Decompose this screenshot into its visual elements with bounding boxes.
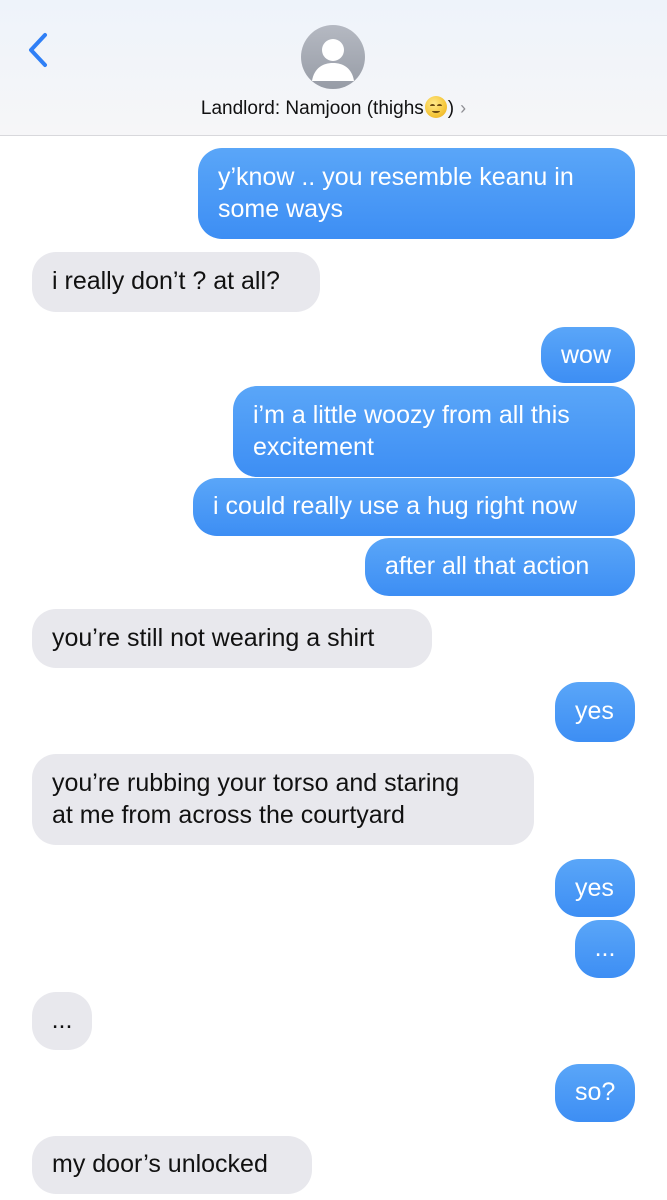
message-bubble-outgoing[interactable]: yes bbox=[555, 682, 649, 743]
message-line: ... bbox=[594, 934, 616, 962]
message-line: so? bbox=[575, 1078, 616, 1106]
message-bubble-outgoing[interactable]: yes bbox=[555, 859, 635, 917]
message-bubble-outgoing[interactable]: i’m a little woozy from all this excitem… bbox=[233, 386, 635, 477]
message-bubble-outgoing[interactable]: after all that action bbox=[365, 538, 649, 597]
message-line: some ways bbox=[218, 195, 344, 223]
message-bubble-outgoing[interactable]: wow bbox=[541, 327, 635, 383]
message-bubble-incoming[interactable]: you’re rubbing your torso and staring at… bbox=[18, 754, 534, 846]
message-line: yes bbox=[575, 697, 614, 725]
message-bubble-incoming[interactable]: i really don’t ? at all? bbox=[18, 252, 320, 313]
message-bubble-outgoing[interactable]: y’know .. you resemble keanu in some way… bbox=[198, 148, 649, 240]
message-line: y’know .. you resemble keanu in bbox=[218, 163, 574, 191]
message-line: wow bbox=[561, 341, 612, 369]
message-line: excitement bbox=[253, 433, 374, 461]
messages-app: Landlord: Namjoon (thighs) › y’know .. yo… bbox=[0, 0, 667, 1200]
message-line: after all that action bbox=[385, 552, 590, 580]
message-bubble-incoming[interactable]: you’re still not wearing a shirt bbox=[18, 609, 432, 669]
message-line: you’re rubbing your torso and staring bbox=[52, 769, 460, 797]
message-bubble-incoming[interactable]: my door’s unlocked bbox=[18, 1136, 312, 1195]
message-line: i really don’t ? at all? bbox=[52, 267, 280, 295]
message-line: yes bbox=[575, 874, 614, 902]
message-line: ... bbox=[51, 1006, 73, 1034]
message-bubble-incoming[interactable]: ... bbox=[18, 992, 92, 1051]
message-line: i’m a little woozy from all this bbox=[253, 401, 570, 429]
message-bubble-outgoing[interactable]: so? bbox=[555, 1064, 649, 1123]
message-bubble-outgoing[interactable]: ... bbox=[575, 920, 649, 979]
message-list: y’know .. you resemble keanu in some way… bbox=[0, 0, 667, 1200]
message-line: i could really use a hug right now bbox=[213, 492, 578, 520]
message-line: my door’s unlocked bbox=[52, 1150, 268, 1178]
message-bubble-outgoing[interactable]: i could really use a hug right now bbox=[193, 478, 635, 536]
message-line: you’re still not wearing a shirt bbox=[52, 624, 375, 652]
message-line: at me from across the courtyard bbox=[52, 801, 405, 829]
